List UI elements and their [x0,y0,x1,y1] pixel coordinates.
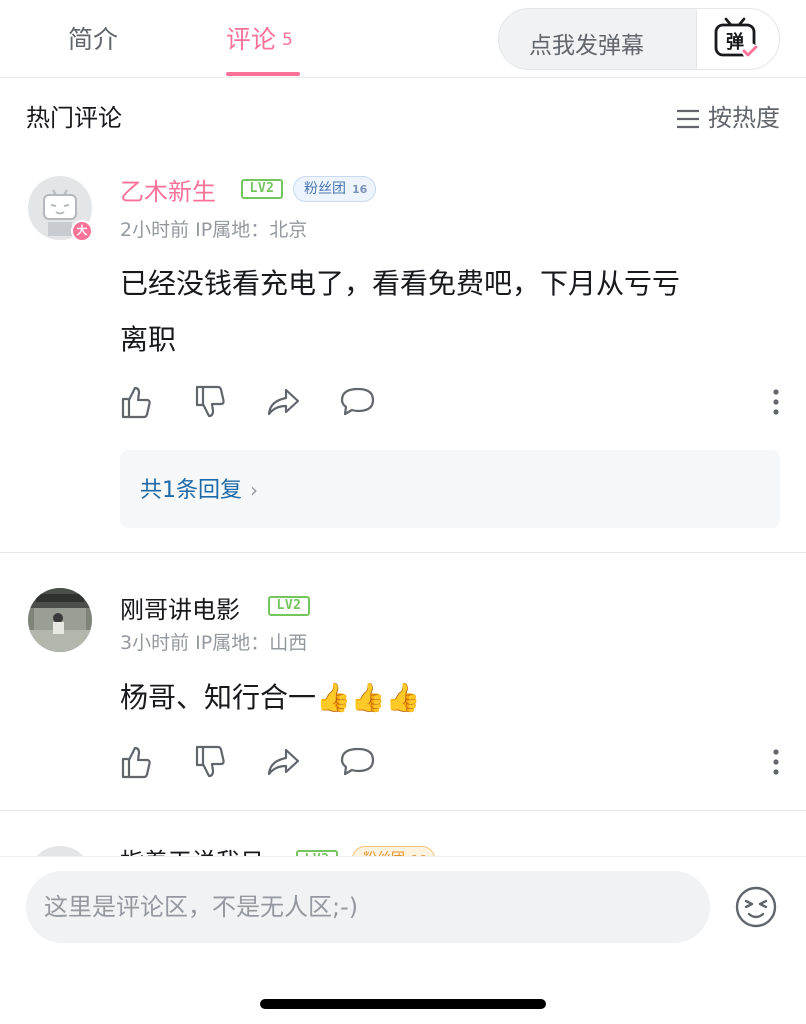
reply-icon[interactable] [340,384,376,420]
hot-comments-header: 热门评论 按热度 [0,78,806,150]
tab-comments[interactable]: 评论 5 [226,20,293,56]
home-indicator [260,999,546,1009]
tab-intro[interactable]: 简介 [68,20,118,56]
username[interactable]: 乙木新生 [120,172,216,207]
tab-bar: 简介 评论 5 点我发弹幕 弹 [0,0,806,78]
share-icon[interactable] [266,384,302,420]
comment-meta: 3小时前 IP属地：山西 [120,632,308,654]
sort-button[interactable]: 按热度 [676,98,780,133]
replies-label: 共1条回复 [140,478,242,503]
active-tab-indicator [226,72,300,76]
chevron-right-icon: › [250,478,258,502]
vip-badge: 大 [71,220,93,242]
fan-club-badge[interactable]: 粉丝团 16 [293,176,377,202]
danmaku-toggle-button[interactable]: 弹 [697,9,779,69]
reply-icon[interactable] [340,744,376,780]
comments-count: 5 [282,30,293,50]
fan-club-label: 粉丝团 [304,181,346,197]
fan-club-level: 16 [352,183,368,196]
comment-input-bar [0,856,806,1024]
share-icon[interactable] [266,744,302,780]
danmaku-placeholder: 点我发弹幕 [529,33,644,59]
sort-label: 按热度 [708,104,780,132]
section-title: 热门评论 [26,104,122,132]
comment-input[interactable] [26,871,710,943]
comment-text-line: 离职 [120,323,177,356]
dislike-icon[interactable] [194,744,226,780]
comment-text-line: 已经没钱看充电了，看看免费吧，下月从亏亏 [120,267,681,300]
comment-divider [0,810,806,811]
tab-comments-label: 评论 [226,25,277,54]
danmaku-input[interactable]: 点我发弹幕 弹 [498,8,780,70]
tv-danmaku-icon: 弹 [714,17,758,59]
avatar[interactable]: 大 [28,176,93,242]
more-vertical-icon[interactable] [772,388,780,416]
username[interactable]: 刚哥讲电影 [120,590,240,625]
like-icon[interactable] [120,744,152,780]
more-vertical-icon[interactable] [772,748,780,776]
sort-lines-icon [677,109,699,129]
danmaku-glyph: 弹 [726,31,744,53]
replies-box[interactable]: 共1条回复 › [120,450,780,528]
comment-meta: 2小时前 IP属地：北京 [120,219,308,241]
user-photo-avatar [28,588,92,652]
view-replies-link[interactable]: 共1条回复 › [140,472,258,504]
comment-text: 杨哥、知行合一👍👍👍 [120,681,421,714]
comment-actions [120,384,780,424]
dislike-icon[interactable] [194,384,226,420]
emoji-icon[interactable] [734,885,778,929]
like-icon[interactable] [120,384,152,420]
comment-actions [120,744,780,784]
comment-text: 已经没钱看充电了，看看免费吧，下月从亏亏 离职 [120,256,770,368]
level-badge: LV2 [241,179,283,199]
comment-divider [0,552,806,553]
level-badge: LV2 [268,596,310,616]
avatar[interactable] [28,588,92,652]
